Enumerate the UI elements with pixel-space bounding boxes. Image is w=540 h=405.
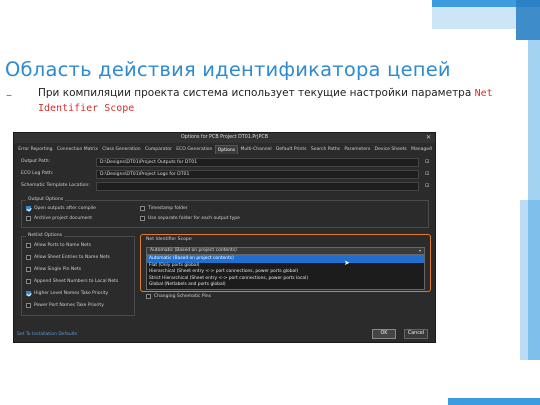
checkbox[interactable]: [140, 216, 145, 221]
checkbox-label: Changing Schematic Pins: [154, 294, 211, 299]
set-installation-defaults-link[interactable]: Set To Installation Defaults: [17, 332, 77, 337]
output-path-row: Output Path: D:\Designs\DT01\Project Out…: [21, 158, 434, 167]
tab-multi-channel[interactable]: Multi-Channel: [238, 145, 273, 154]
mouse-cursor-icon: ➤: [344, 259, 350, 267]
folder-icon[interactable]: ⊡: [425, 159, 429, 165]
highlight-frame: [140, 234, 431, 292]
checkbox-label: Timestamp folder: [148, 206, 188, 211]
ok-button[interactable]: OK: [372, 329, 396, 339]
checkbox-label: Append Sheet Numbers to Local Nets: [34, 279, 119, 284]
eco-log-path-row: ECO Log Path: D:\Designs\DT01\Project Lo…: [21, 170, 434, 179]
tab-options[interactable]: Options: [214, 145, 239, 154]
bullet-marker: –: [6, 88, 12, 102]
netlist-options-title: Netlist Options: [26, 233, 64, 238]
checkbox-single-pin-nets[interactable]: Allow Single Pin Nets: [26, 267, 81, 274]
checkbox-power-port-names[interactable]: Power Port Names Take Priority: [26, 303, 104, 310]
output-options-group: Output Options Open outputs after compil…: [21, 197, 429, 228]
tab-default-prints[interactable]: Default Prints: [274, 145, 309, 154]
tab-search-paths[interactable]: Search Paths: [309, 145, 343, 154]
checkbox-label: Open outputs after compile: [34, 206, 96, 211]
output-path-field[interactable]: D:\Designs\DT01\Project Outputs for DT01: [96, 158, 419, 167]
bullet-text: При компиляции проекта система используе…: [38, 86, 518, 116]
checkbox[interactable]: [26, 267, 31, 272]
tab-connection-matrix[interactable]: Connection Matrix: [55, 145, 100, 154]
slide-decoration: [448, 398, 540, 405]
slide-decoration: [432, 7, 516, 29]
checkbox-sheet-entries-name-nets[interactable]: Allow Sheet Entries to Name Nets: [26, 255, 110, 262]
checkbox-checked[interactable]: [26, 291, 31, 296]
slide-decoration: [516, 0, 540, 40]
dialog-title: Options for PCB Project DT01.PrjPCB: [180, 135, 269, 140]
slide-title: Область действия идентификатора цепей: [5, 58, 451, 81]
checkbox[interactable]: [26, 279, 31, 284]
checkbox[interactable]: [26, 243, 31, 248]
checkbox-label: Use separate folder for each output type: [148, 216, 240, 221]
checkbox-label: Allow Sheet Entries to Name Nets: [34, 255, 110, 260]
checkbox-separate-folder[interactable]: Use separate folder for each output type: [140, 216, 240, 223]
eco-log-path-label: ECO Log Path:: [21, 171, 54, 176]
netlist-options-group: Netlist Options Allow Ports to Name Nets…: [21, 233, 135, 316]
output-options-title: Output Options: [26, 197, 66, 202]
checkbox-open-outputs[interactable]: Open outputs after compile: [26, 206, 96, 213]
checkbox[interactable]: [26, 303, 31, 308]
checkbox-label: Allow Single Pin Nets: [34, 267, 82, 272]
schematic-template-label: Schematic Template Location:: [21, 183, 90, 188]
schematic-template-row: Schematic Template Location: ⊡: [21, 182, 434, 191]
checkbox-timestamp-folder[interactable]: Timestamp folder: [140, 206, 188, 213]
tab-eco-generation[interactable]: ECO Generation: [174, 145, 214, 154]
checkbox-append-sheet-numbers[interactable]: Append Sheet Numbers to Local Nets: [26, 279, 118, 286]
checkbox[interactable]: [26, 216, 31, 221]
checkbox-changing-schematic-pins[interactable]: Changing Schematic Pins: [146, 294, 211, 301]
checkbox-higher-level-names[interactable]: Higher Level Names Take Priority: [26, 291, 108, 298]
tab-comparator[interactable]: Comparator: [143, 145, 174, 154]
tab-error-reporting[interactable]: Error Reporting: [16, 145, 55, 154]
checkbox[interactable]: [146, 294, 151, 299]
checkbox-archive-project[interactable]: Archive project document: [26, 216, 92, 223]
output-path-label: Output Path:: [21, 159, 51, 164]
tab-class-generation[interactable]: Class Generation: [100, 145, 143, 154]
tab-device-sheets[interactable]: Device Sheets: [372, 145, 409, 154]
bullet-body: При компиляции проекта система используе…: [38, 87, 472, 99]
checkbox-label: Allow Ports to Name Nets: [34, 243, 92, 248]
checkbox[interactable]: [140, 206, 145, 211]
checkbox-checked[interactable]: [26, 206, 31, 211]
tab-parameters[interactable]: Parameters: [342, 145, 372, 154]
cancel-button[interactable]: Cancel: [404, 329, 428, 339]
close-icon[interactable]: ✕: [426, 133, 431, 143]
eco-log-path-field[interactable]: D:\Designs\DT01\Project Logs for DT01: [96, 170, 419, 179]
chevron-right-icon[interactable]: ›: [430, 145, 432, 151]
folder-icon[interactable]: ⊡: [425, 183, 429, 189]
checkbox-ports-name-nets[interactable]: Allow Ports to Name Nets: [26, 243, 91, 250]
slide-decoration: [520, 200, 540, 360]
folder-icon[interactable]: ⊡: [425, 171, 429, 177]
checkbox-label: Power Port Names Take Priority: [34, 303, 104, 308]
schematic-template-field[interactable]: [96, 182, 419, 191]
dialog-tabs: Error Reporting Connection Matrix Class …: [16, 145, 434, 154]
checkbox-label: Archive project document: [34, 216, 93, 221]
project-options-dialog: Options for PCB Project DT01.PrjPCB ✕ Er…: [13, 132, 436, 343]
checkbox-label: Higher Level Names Take Priority: [34, 291, 109, 296]
checkbox[interactable]: [26, 255, 31, 260]
dialog-titlebar: Options for PCB Project DT01.PrjPCB ✕: [14, 133, 435, 143]
